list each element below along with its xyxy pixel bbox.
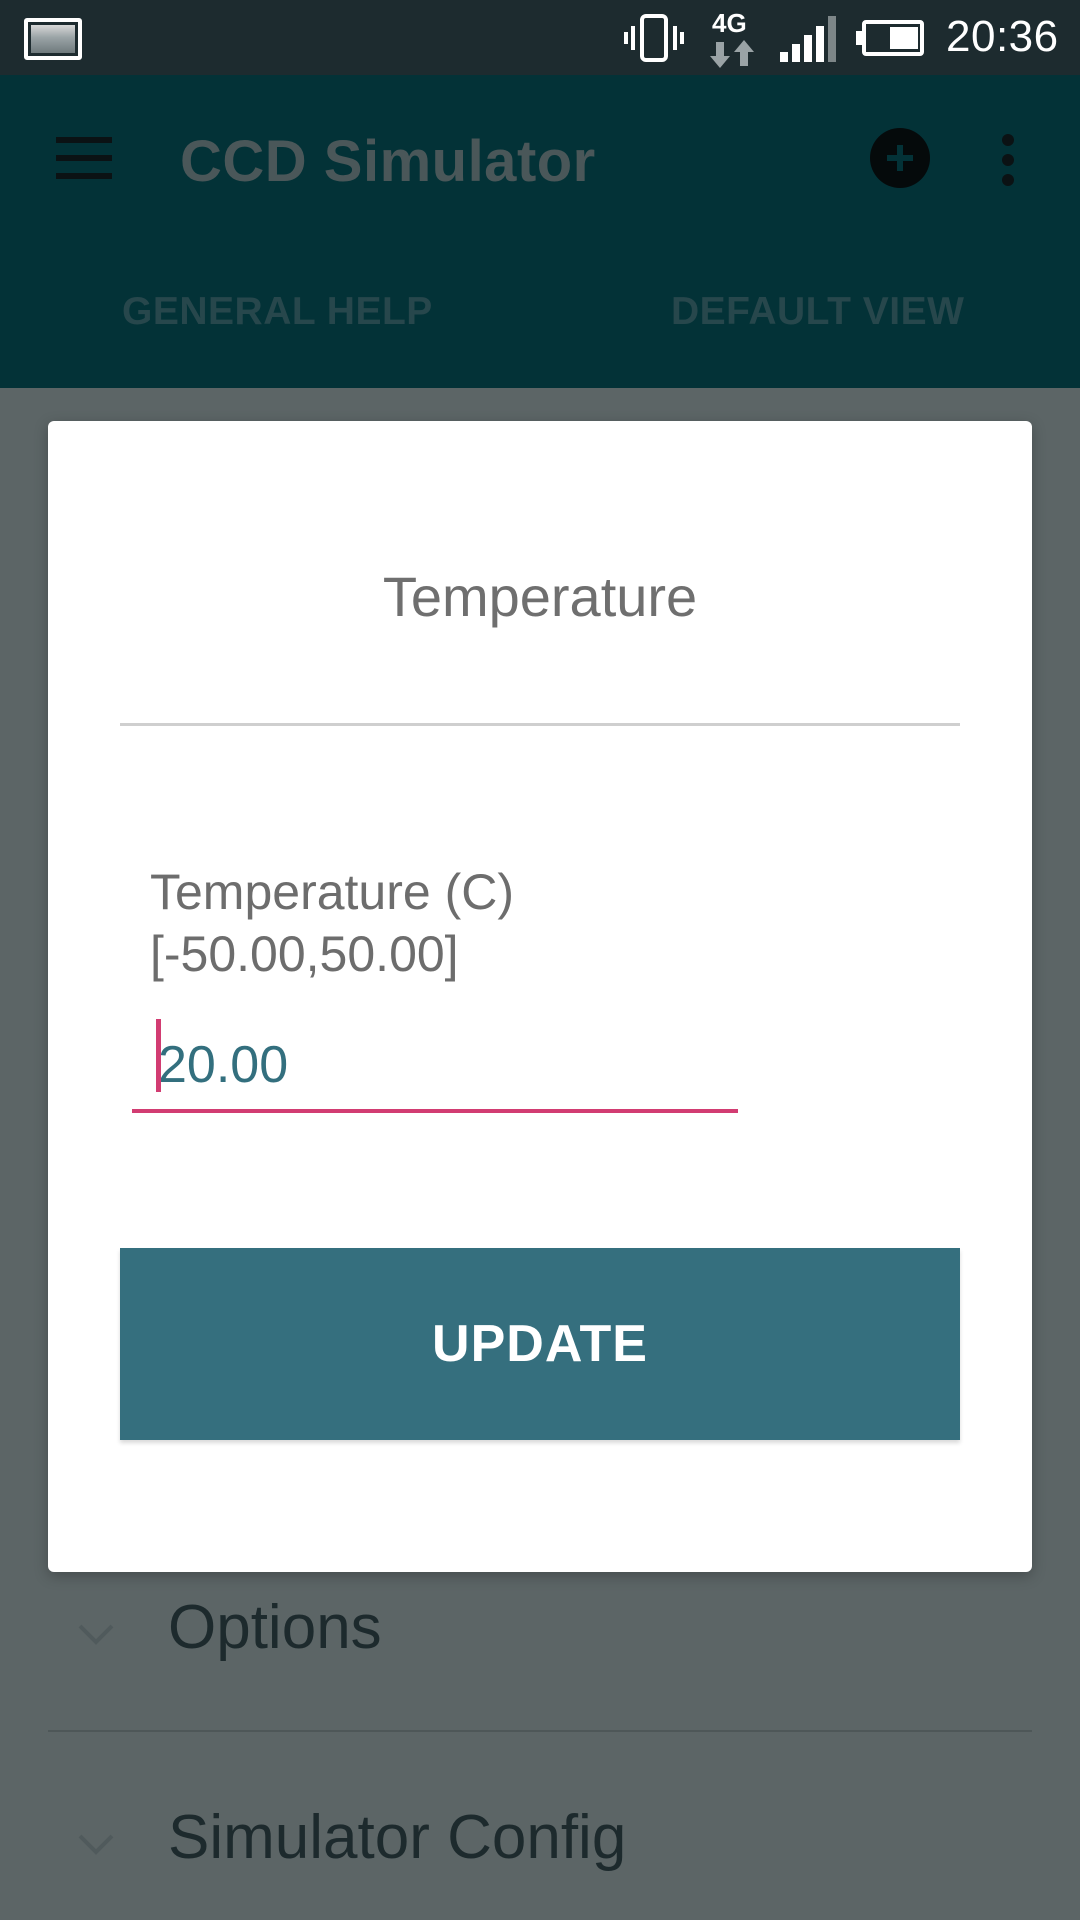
add-icon[interactable]	[870, 128, 930, 188]
tab-default-view[interactable]: DEFAULT VIEW	[671, 290, 964, 334]
vibrate-icon	[624, 14, 684, 62]
4g-data-icon: 4G	[708, 6, 758, 70]
battery-icon	[856, 20, 924, 56]
temperature-field-range: [-50.00,50.00]	[150, 926, 459, 982]
signal-icon	[780, 16, 836, 62]
dialog-title: Temperature	[382, 565, 698, 628]
chevron-down-icon	[78, 1624, 114, 1645]
status-time: 20:36	[946, 12, 1059, 61]
status-bar: 4G 20:36	[0, 0, 1080, 75]
menu-icon[interactable]	[56, 137, 112, 179]
list-divider	[48, 1730, 1032, 1732]
network-type-label: 4G	[712, 8, 747, 38]
list-item-label: Simulator Config	[168, 1803, 627, 1872]
app-bar	[0, 75, 1080, 388]
list-item-simulator-config[interactable]: Simulator Config	[0, 1782, 1080, 1920]
screen: 4G 20:36 CCD Simulator GENERAL HELP DEFA…	[0, 0, 1080, 1920]
notification-image-icon	[24, 18, 82, 60]
chevron-down-icon	[78, 1834, 114, 1855]
app-title: CCD Simulator	[180, 129, 596, 194]
list-item-label: Options	[168, 1593, 382, 1662]
dialog-divider	[120, 723, 960, 726]
temperature-field-label: Temperature (C) [-50.00,50.00]	[150, 861, 514, 985]
update-button[interactable]: UPDATE	[120, 1248, 960, 1440]
temperature-input[interactable]	[132, 1021, 738, 1113]
tab-general-help[interactable]: GENERAL HELP	[122, 290, 433, 334]
temperature-dialog: Temperature Temperature (C) [-50.00,50.0…	[48, 421, 1032, 1572]
overflow-menu-icon[interactable]	[998, 134, 1018, 188]
temperature-field-label-line1: Temperature (C)	[150, 864, 514, 920]
text-cursor	[156, 1019, 161, 1092]
list-item-options[interactable]: Options	[0, 1572, 1080, 1772]
